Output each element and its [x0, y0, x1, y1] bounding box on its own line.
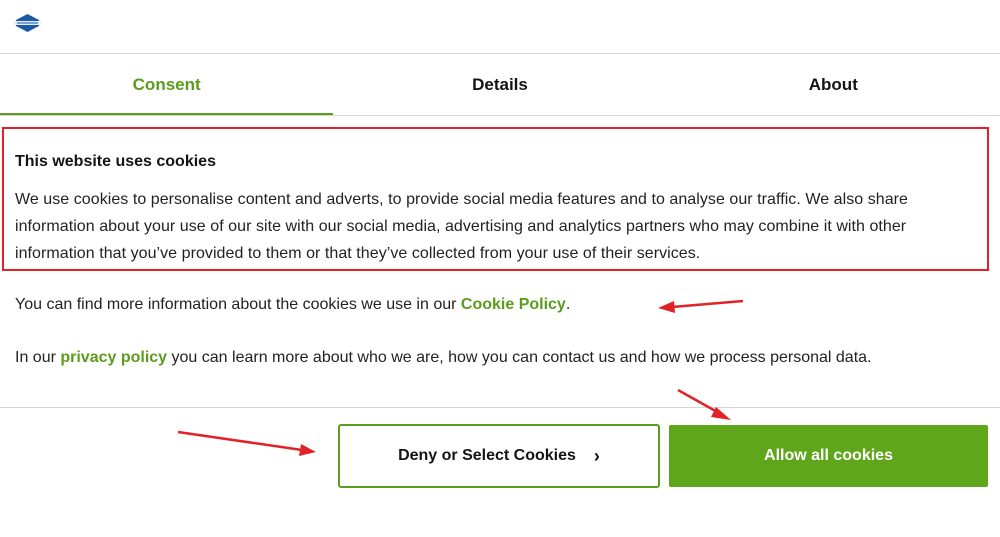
privacy-policy-link[interactable]: privacy policy — [60, 349, 167, 366]
deny-select-cookies-button[interactable]: Deny or Select Cookies › — [338, 424, 660, 488]
deny-button-label: Deny or Select Cookies — [398, 447, 576, 464]
banner-body: We use cookies to personalise content an… — [15, 191, 908, 262]
cookie-info-prefix: You can find more information about the … — [15, 296, 461, 313]
privacy-info-suffix: you can learn more about who we are, how… — [167, 349, 872, 366]
tab-divider — [0, 115, 1000, 116]
chevron-right-icon: › — [593, 446, 600, 466]
footer-divider — [0, 407, 1000, 408]
cookie-info-line: You can find more information about the … — [15, 296, 570, 314]
tab-about[interactable]: About — [667, 54, 1000, 115]
privacy-info-line: In our privacy policy you can learn more… — [15, 349, 872, 367]
cookie-info-suffix: . — [565, 296, 571, 313]
allow-button-label: Allow all cookies — [764, 447, 893, 464]
allow-all-cookies-button[interactable]: Allow all cookies — [669, 425, 988, 487]
cookie-policy-link[interactable]: Cookie Policy — [461, 296, 566, 313]
tab-bar: Consent Details About — [0, 54, 1000, 115]
privacy-info-prefix: In our — [15, 349, 61, 366]
tab-consent[interactable]: Consent — [0, 54, 334, 115]
logo-icon — [14, 13, 41, 33]
banner-title: This website uses cookies — [15, 153, 216, 170]
tab-details[interactable]: Details — [333, 54, 666, 115]
